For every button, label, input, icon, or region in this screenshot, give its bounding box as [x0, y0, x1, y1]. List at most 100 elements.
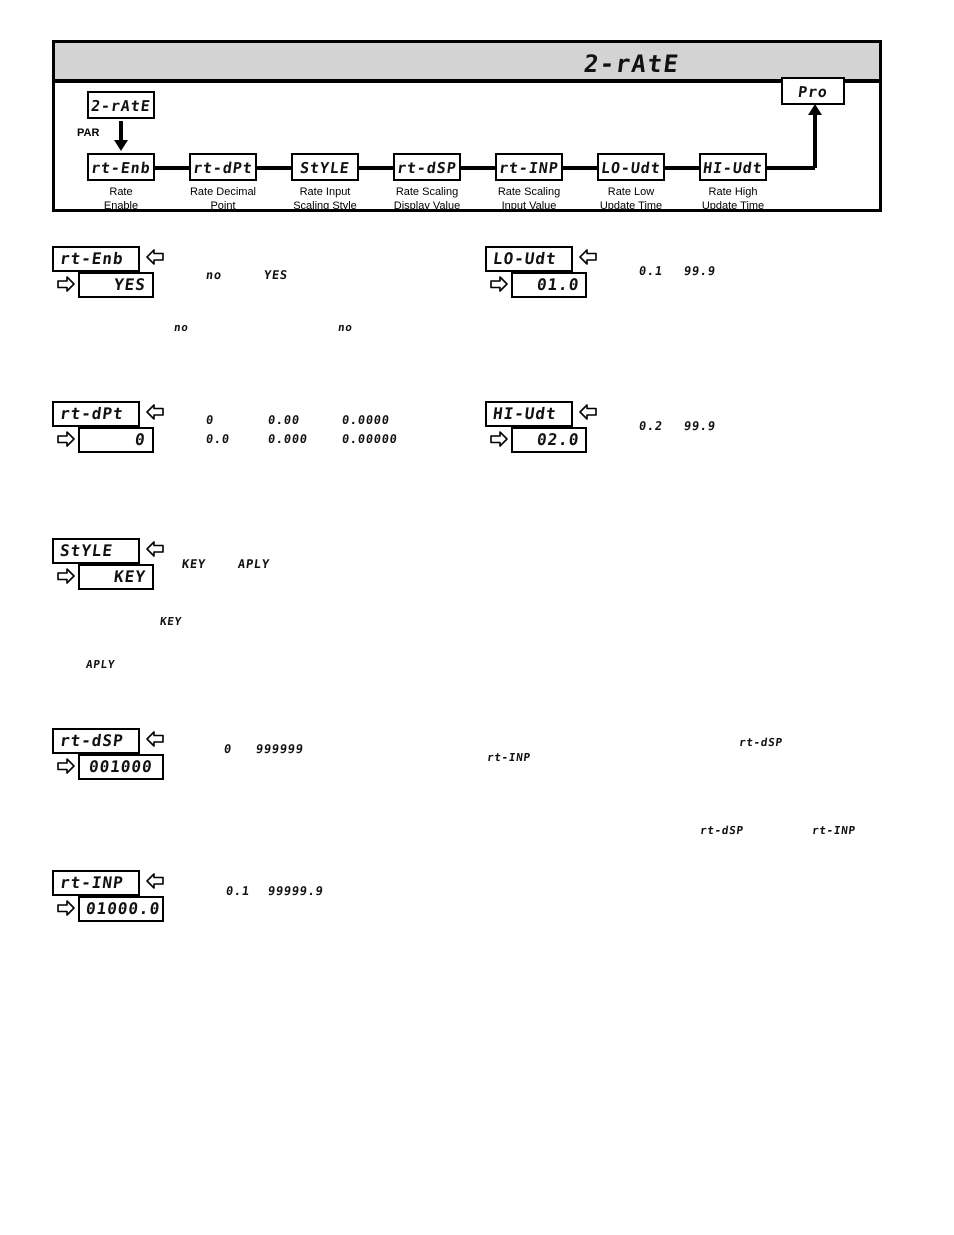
param-value-rt-inp[interactable]: 01000.0	[78, 896, 164, 922]
flow-step-lo-udt[interactable]: LO-Udt	[597, 153, 665, 181]
param-value-label: 01000.0	[84, 899, 162, 918]
body-ref-rt-dsp-2: rt-dSP	[699, 824, 745, 837]
down-arrow-icon[interactable]	[488, 427, 510, 449]
param-option-style-aply: APLY	[237, 557, 271, 571]
flow-step-label: rt-dSP	[396, 159, 458, 177]
param-value-rt-dpt[interactable]: 0	[78, 427, 154, 453]
param-range-min-rt-inp: 0.1	[225, 884, 251, 898]
flow-caption-rt-inp: Rate Scaling Input Value	[497, 186, 561, 212]
param-value-rt-enb[interactable]: YES	[78, 272, 154, 298]
param-name-rt-dpt[interactable]: rt-dPt	[52, 401, 140, 427]
up-arrow-icon[interactable]	[144, 402, 166, 424]
param-name-label: StYLE	[58, 541, 115, 560]
param-option-rt-enb-yes: YES	[263, 268, 289, 282]
param-value-rt-dsp[interactable]: 001000	[78, 754, 164, 780]
flow-step-rt-dpt[interactable]: rt-dPt	[189, 153, 257, 181]
body-ref-no-2: no	[337, 321, 354, 334]
down-arrow-icon[interactable]	[55, 754, 77, 776]
flow-start-label: 2-rAtE	[90, 97, 152, 115]
down-arrow-icon[interactable]	[55, 896, 77, 918]
flow-step-label: HI-Udt	[702, 159, 764, 177]
param-name-rt-dsp[interactable]: rt-dSP	[52, 728, 140, 754]
param-value-label: 01.0	[535, 275, 581, 294]
param-value-label: 0	[134, 430, 148, 449]
param-range-min-rt-dsp: 0	[223, 742, 233, 756]
flow-caption-lo-udt: Rate Low Update Time	[599, 186, 663, 212]
up-arrow-icon[interactable]	[144, 871, 166, 893]
param-value-label: 02.0	[535, 430, 581, 449]
param-name-rt-enb[interactable]: rt-Enb	[52, 246, 140, 272]
flow-caption-hi-udt: Rate High Update Time	[701, 186, 765, 212]
down-arrow-icon[interactable]	[488, 272, 510, 294]
flow-end-box-pro[interactable]: Pro	[781, 77, 845, 105]
flow-step-label: rt-dPt	[192, 159, 254, 177]
flow-step-label: StYLE	[299, 159, 351, 177]
flow-start-box[interactable]: 2-rAtE	[87, 91, 155, 119]
down-arrow-icon[interactable]	[55, 564, 77, 586]
param-value-lo-udt[interactable]: 01.0	[511, 272, 587, 298]
flow-return-line	[813, 115, 817, 168]
param-name-rt-inp[interactable]: rt-INP	[52, 870, 140, 896]
page-title: 2-rAtE	[581, 50, 681, 78]
flow-step-hi-udt[interactable]: HI-Udt	[699, 153, 767, 181]
param-name-label: rt-dPt	[58, 404, 125, 423]
up-arrow-icon[interactable]	[577, 402, 599, 424]
flow-down-arrow-icon	[114, 140, 128, 151]
down-arrow-icon[interactable]	[55, 427, 77, 449]
param-value-label: KEY	[113, 567, 148, 586]
param-value-label: 001000	[88, 757, 155, 776]
flow-up-arrow-icon	[808, 104, 822, 115]
up-arrow-icon[interactable]	[144, 729, 166, 751]
body-ref-key: KEY	[159, 615, 183, 628]
param-option-rt-enb-no: no	[205, 268, 223, 282]
body-ref-rt-inp-2: rt-INP	[811, 824, 857, 837]
up-arrow-icon[interactable]	[144, 247, 166, 269]
param-range-min-hi-udt: 0.2	[638, 419, 664, 433]
param-range-max-hi-udt: 99.9	[683, 419, 717, 433]
down-arrow-icon[interactable]	[55, 272, 77, 294]
up-arrow-icon[interactable]	[577, 247, 599, 269]
flow-caption-rt-dpt: Rate Decimal Point	[189, 186, 257, 212]
menu-flow-frame: 2-rAtE 2-rAtE PAR rt-Enb rt-dPt StYLE rt…	[52, 40, 882, 212]
param-value-hi-udt[interactable]: 02.0	[511, 427, 587, 453]
flow-caption-rt-dsp: Rate Scaling Display Value	[393, 186, 461, 212]
param-name-style[interactable]: StYLE	[52, 538, 140, 564]
body-ref-aply: APLY	[85, 658, 116, 671]
flow-caption-style: Rate Input Scaling Style	[293, 186, 357, 212]
flow-end-label: Pro	[797, 83, 830, 101]
param-value-style[interactable]: KEY	[78, 564, 154, 590]
flow-step-rt-dsp[interactable]: rt-dSP	[393, 153, 461, 181]
par-key-label: PAR	[77, 127, 100, 139]
flowchart: 2-rAtE PAR rt-Enb rt-dPt StYLE rt-dSP rt…	[55, 77, 879, 212]
body-ref-rt-inp-1: rt-INP	[486, 751, 532, 764]
param-option-dpt-00000: 0.0000	[341, 413, 391, 427]
param-option-style-key: KEY	[181, 557, 207, 571]
flow-step-label: LO-Udt	[600, 159, 662, 177]
body-ref-rt-dsp-1: rt-dSP	[738, 736, 784, 749]
param-range-max-lo-udt: 99.9	[683, 264, 717, 278]
param-value-label: YES	[113, 275, 148, 294]
flow-step-rt-inp[interactable]: rt-INP	[495, 153, 563, 181]
param-option-dpt-000000: 0.00000	[341, 432, 399, 446]
param-name-hi-udt[interactable]: HI-Udt	[485, 401, 573, 427]
param-name-lo-udt[interactable]: LO-Udt	[485, 246, 573, 272]
param-name-label: rt-dSP	[58, 731, 125, 750]
param-name-label: rt-Enb	[58, 249, 125, 268]
title-bar: 2-rAtE	[55, 43, 879, 83]
param-range-max-rt-dsp: 999999	[255, 742, 305, 756]
param-option-dpt-000: 0.00	[267, 413, 301, 427]
flow-step-style[interactable]: StYLE	[291, 153, 359, 181]
flow-step-label: rt-INP	[498, 159, 560, 177]
param-range-max-rt-inp: 99999.9	[267, 884, 325, 898]
param-option-dpt-0000: 0.000	[267, 432, 309, 446]
body-ref-no-1: no	[173, 321, 190, 334]
up-arrow-icon[interactable]	[144, 539, 166, 561]
flow-caption-rt-enb: Rate Enable	[103, 186, 139, 212]
param-option-dpt-00: 0.0	[205, 432, 231, 446]
param-option-dpt-0: 0	[205, 413, 215, 427]
param-name-label: rt-INP	[58, 873, 125, 892]
param-range-min-lo-udt: 0.1	[638, 264, 664, 278]
flow-step-rt-enb[interactable]: rt-Enb	[87, 153, 155, 181]
flow-step-label: rt-Enb	[90, 159, 152, 177]
param-name-label: LO-Udt	[491, 249, 558, 268]
